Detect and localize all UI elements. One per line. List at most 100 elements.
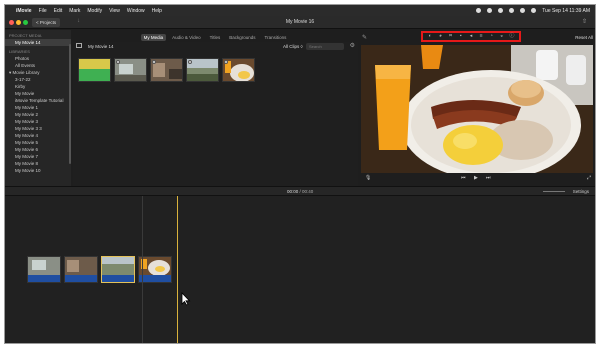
clip-badge-icon (152, 60, 156, 64)
share-icon[interactable]: ⇧ (582, 18, 587, 25)
sidebar-event[interactable]: My Movie 5 (5, 139, 71, 146)
sidebar-event[interactable]: My Movie 10 (5, 167, 71, 174)
control-center-icon[interactable] (531, 8, 537, 13)
sidebar-event[interactable]: My Movie 3 (5, 118, 71, 125)
clip-badge-icon (188, 60, 192, 64)
sidebar-event[interactable]: My Movie 4 (5, 132, 71, 139)
sidebar-event[interactable]: My Movie 6 (5, 146, 71, 153)
noise-reduction-icon[interactable]: ≡ (479, 34, 484, 39)
info-icon[interactable]: ⓘ (509, 34, 514, 39)
timeline-zoom-slider[interactable] (543, 191, 565, 192)
timeline-clip-selected[interactable] (101, 256, 135, 283)
menu-bar: iMovie File Edit Mark Modify View Window… (5, 5, 595, 16)
menu-file[interactable]: File (39, 8, 47, 14)
browser-header: My Movie 14 All Clips ◊ Search ⚙ (73, 42, 358, 51)
crop-icon[interactable]: ⌗ (448, 34, 453, 39)
timeline-settings-button[interactable]: Settings (573, 189, 589, 194)
magic-wand-icon[interactable]: ✎ (362, 34, 367, 41)
video-viewer[interactable] (361, 45, 593, 173)
sidebar-event[interactable]: iMovie Template Tutorial (5, 97, 71, 104)
timeline-clips (27, 256, 172, 283)
speed-icon[interactable]: ◔ (489, 34, 494, 39)
clip-filter-select[interactable]: All Clips ◊ (283, 44, 303, 49)
imovie-window: iMovie File Edit Mark Modify View Window… (4, 4, 596, 344)
project-media-heading: PROJECT MEDIA (9, 33, 42, 38)
current-time: 00:00 (287, 189, 299, 194)
menu-window[interactable]: Window (127, 8, 145, 14)
tab-titles[interactable]: Titles (207, 34, 224, 41)
volume-icon[interactable]: ◂ (468, 34, 473, 39)
clip-filter-icon[interactable]: ◒ (499, 34, 504, 39)
tab-my-media[interactable]: My Media (140, 34, 167, 41)
clip-badge-icon (116, 60, 120, 64)
sidebar-event[interactable]: My Movie 3 3 (5, 125, 71, 132)
fullscreen-icon[interactable]: ⤢ (587, 175, 591, 181)
window-title: My Movie 16 (285, 19, 315, 25)
play-icon[interactable]: ▶ (474, 175, 478, 181)
sidebar-item-project[interactable]: My Movie 14 (5, 39, 71, 46)
status-icon[interactable] (487, 8, 493, 13)
media-clip-interior[interactable] (150, 58, 183, 82)
microphone-icon[interactable]: 🎙 (365, 175, 371, 181)
sidebar-event[interactable]: My Movie (5, 90, 71, 97)
menu-edit[interactable]: Edit (54, 8, 63, 14)
audio-waveform (65, 275, 97, 282)
search-icon[interactable] (520, 8, 526, 13)
sidebar-event[interactable]: My Movie 8 (5, 160, 71, 167)
clip-thumbnail (65, 257, 97, 277)
sidebar-item-all-events[interactable]: All Events (5, 62, 71, 69)
libraries-heading: LIBRARIES (9, 49, 30, 54)
search-input[interactable]: Search (306, 43, 344, 50)
browser-title: My Movie 14 (88, 44, 114, 49)
stabilization-icon[interactable]: ▪ (458, 34, 463, 39)
media-clip-green[interactable] (78, 58, 111, 82)
menu-clock[interactable]: Tue Sep 14 11:39 AM (542, 8, 590, 14)
media-clip-breakfast[interactable] (222, 58, 255, 82)
reset-all-button[interactable]: Reset All (575, 35, 593, 40)
sidebar-event[interactable]: My Movie 1 (5, 104, 71, 111)
sidebar-scrollbar[interactable] (69, 44, 71, 164)
audio-waveform (139, 275, 171, 282)
menu-app-name[interactable]: iMovie (16, 8, 32, 14)
gear-icon[interactable]: ⚙ (350, 42, 355, 49)
timeline[interactable] (5, 196, 595, 343)
sidebar-event[interactable]: My Movie 2 (5, 111, 71, 118)
media-clip-outdoor[interactable] (186, 58, 219, 82)
viewer-frame-image (361, 45, 593, 173)
skimmer-line (142, 196, 143, 343)
sidebar-event[interactable]: Kirby (5, 83, 71, 90)
clip-thumbnail (79, 59, 110, 81)
viewer-toolbar: ✎ ◐ ◕ ⌗ ▪ ◂ ≡ ◔ ◒ ⓘ Reset All (359, 30, 595, 44)
timeline-header: 00:00 / 00:40 Settings (5, 186, 595, 196)
menu-modify[interactable]: Modify (87, 8, 102, 14)
title-bar: < Projects ↓ My Movie 16 ⇧ (5, 16, 595, 29)
tab-transitions[interactable]: Transitions (262, 34, 290, 41)
sidebar-toggle-icon[interactable] (76, 43, 82, 48)
playhead[interactable] (177, 196, 178, 343)
sidebar-event[interactable]: 3-17-22 (5, 76, 71, 83)
viewer-controls: 🎙 ⏮ ▶ ⏭ ⤢ (359, 174, 595, 184)
tab-audio-video[interactable]: Audio & Video (169, 34, 203, 41)
adjustment-tools-highlight: ◐ ◕ ⌗ ▪ ◂ ≡ ◔ ◒ ⓘ (421, 31, 521, 42)
menu-help[interactable]: Help (152, 8, 162, 14)
timeline-clip[interactable] (138, 256, 172, 283)
menu-view[interactable]: View (109, 8, 120, 14)
tab-backgrounds[interactable]: Backgrounds (226, 34, 258, 41)
skip-forward-icon[interactable]: ⏭ (486, 175, 491, 181)
media-clip-room[interactable] (114, 58, 147, 82)
timeline-clip[interactable] (64, 256, 98, 283)
sidebar-item-movie-library[interactable]: ▾ Movie Library (5, 69, 71, 76)
sidebar-event[interactable]: My Movie 7 (5, 153, 71, 160)
status-icon[interactable] (476, 8, 482, 13)
movie-library-label: Movie Library (12, 70, 40, 75)
duration: / 00:40 (299, 189, 314, 194)
status-icon[interactable] (498, 8, 504, 13)
timeline-clip[interactable] (27, 256, 61, 283)
color-balance-icon[interactable]: ◐ (428, 34, 433, 39)
media-browser: My Movie 14 All Clips ◊ Search ⚙ (73, 42, 358, 194)
menu-mark[interactable]: Mark (69, 8, 80, 14)
wifi-icon[interactable] (509, 8, 515, 13)
color-correction-icon[interactable]: ◕ (438, 34, 443, 39)
sidebar-item-photos[interactable]: Photos (5, 55, 71, 62)
skip-back-icon[interactable]: ⏮ (461, 175, 466, 181)
